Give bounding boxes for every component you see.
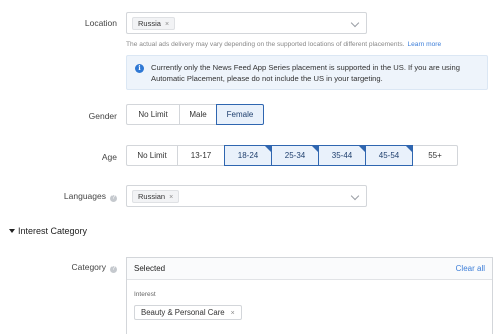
gender-option-no-limit[interactable]: No Limit xyxy=(126,104,180,125)
caret-down-icon xyxy=(9,229,15,233)
languages-label-text: Languages xyxy=(63,191,106,201)
language-chip: Russian × xyxy=(132,190,180,203)
location-chip-remove-icon[interactable]: × xyxy=(165,21,169,28)
interest-category-title: Interest Category xyxy=(18,226,88,236)
languages-select[interactable]: Russian × xyxy=(126,185,367,207)
age-label: Age xyxy=(101,152,117,162)
help-icon[interactable]: ? xyxy=(110,266,117,273)
gender-label: Gender xyxy=(88,111,117,121)
chevron-down-icon[interactable] xyxy=(350,191,360,201)
age-option-55-plus[interactable]: 55+ xyxy=(412,145,458,166)
location-note-text: The actual ads delivery may vary dependi… xyxy=(126,41,405,48)
clear-all-link[interactable]: Clear all xyxy=(456,264,485,273)
category-label-text: Category xyxy=(71,262,107,272)
location-select[interactable]: Russia × xyxy=(126,12,367,34)
age-option-no-limit[interactable]: No Limit xyxy=(126,145,178,166)
age-option-13-17[interactable]: 13-17 xyxy=(177,145,225,166)
age-option-18-24[interactable]: 18-24 xyxy=(224,145,272,166)
age-selector: No Limit 13-17 18-24 25-34 35-44 45-54 5… xyxy=(126,145,458,166)
category-chip-remove-icon[interactable]: × xyxy=(231,310,235,317)
category-panel-header: Selected Clear all xyxy=(127,258,492,280)
language-chip-remove-icon[interactable]: × xyxy=(169,194,173,201)
info-icon: i xyxy=(135,64,144,73)
chevron-down-icon[interactable] xyxy=(350,18,360,28)
age-option-25-34[interactable]: 25-34 xyxy=(271,145,319,166)
category-label: Category? xyxy=(71,262,117,273)
info-banner-text: Currently only the News Feed App Series … xyxy=(151,63,460,83)
category-selected-heading: Selected xyxy=(134,264,166,273)
info-banner: i Currently only the News Feed App Serie… xyxy=(126,55,488,90)
category-group-label: Interest xyxy=(134,291,156,298)
location-label: Location xyxy=(84,18,117,28)
location-chip-text: Russia xyxy=(138,19,161,28)
languages-label: Languages? xyxy=(64,191,117,202)
language-chip-text: Russian xyxy=(138,192,166,201)
learn-more-link[interactable]: Learn more xyxy=(407,41,441,48)
gender-selector: No Limit Male Female xyxy=(126,104,264,125)
category-chip: Beauty & Personal Care × xyxy=(134,305,242,320)
interest-category-toggle[interactable]: Interest Category xyxy=(9,226,87,236)
category-selected-panel: Selected Clear all Interest Beauty & Per… xyxy=(126,257,493,334)
age-option-45-54[interactable]: 45-54 xyxy=(365,145,413,166)
age-option-35-44[interactable]: 35-44 xyxy=(318,145,366,166)
gender-option-male[interactable]: Male xyxy=(179,104,217,125)
location-chip: Russia × xyxy=(132,17,176,30)
help-icon[interactable]: ? xyxy=(110,195,117,202)
location-note: The actual ads delivery may vary dependi… xyxy=(126,41,441,48)
category-chip-text: Beauty & Personal Care xyxy=(141,308,225,317)
gender-option-female[interactable]: Female xyxy=(216,104,264,125)
